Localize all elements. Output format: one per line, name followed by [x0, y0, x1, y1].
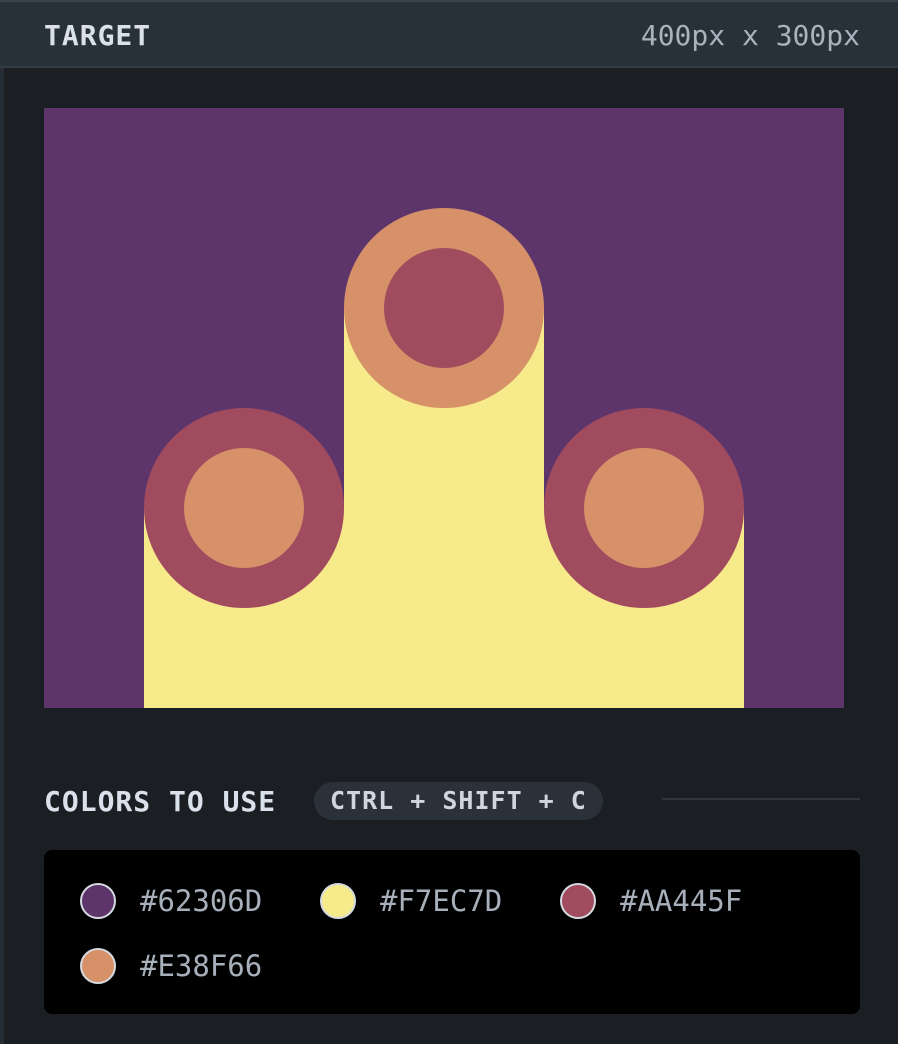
header-title: TARGET [44, 19, 152, 52]
color-swatch-yellow[interactable]: #F7EC7D [320, 881, 502, 921]
left-inner-circle [184, 448, 304, 568]
swatch-dot [320, 883, 356, 919]
target-size-label: 400px x 300px [640, 19, 860, 52]
swatch-hex: #E38F66 [140, 949, 263, 983]
target-image [44, 108, 844, 708]
color-swatch-purple[interactable]: #62306D [80, 881, 262, 921]
color-swatch-rose[interactable]: #AA445F [560, 881, 742, 921]
shortcut-badge: CTRL + SHIFT + C [314, 782, 603, 820]
target-panel: TARGET 400px x 300px COLORS TO USE CTRL … [0, 0, 898, 1044]
swatch-hex: #AA445F [620, 884, 743, 918]
right-inner-circle [584, 448, 704, 568]
colors-divider [662, 798, 860, 800]
center-inner-circle [384, 248, 504, 368]
target-header: TARGET 400px x 300px [0, 0, 898, 68]
color-swatch-peach[interactable]: #E38F66 [80, 946, 262, 986]
swatch-dot [560, 883, 596, 919]
swatch-dot [80, 883, 116, 919]
colors-to-use-label: COLORS TO USE [44, 785, 277, 818]
color-swatch-list: #62306D #F7EC7D #AA445F #E38F66 [44, 850, 860, 1014]
colors-heading-row: COLORS TO USE CTRL + SHIFT + C [44, 780, 860, 824]
target-svg [44, 108, 844, 708]
swatch-hex: #62306D [140, 884, 263, 918]
panel-left-border [0, 0, 4, 1044]
swatch-dot [80, 948, 116, 984]
swatch-hex: #F7EC7D [380, 884, 503, 918]
